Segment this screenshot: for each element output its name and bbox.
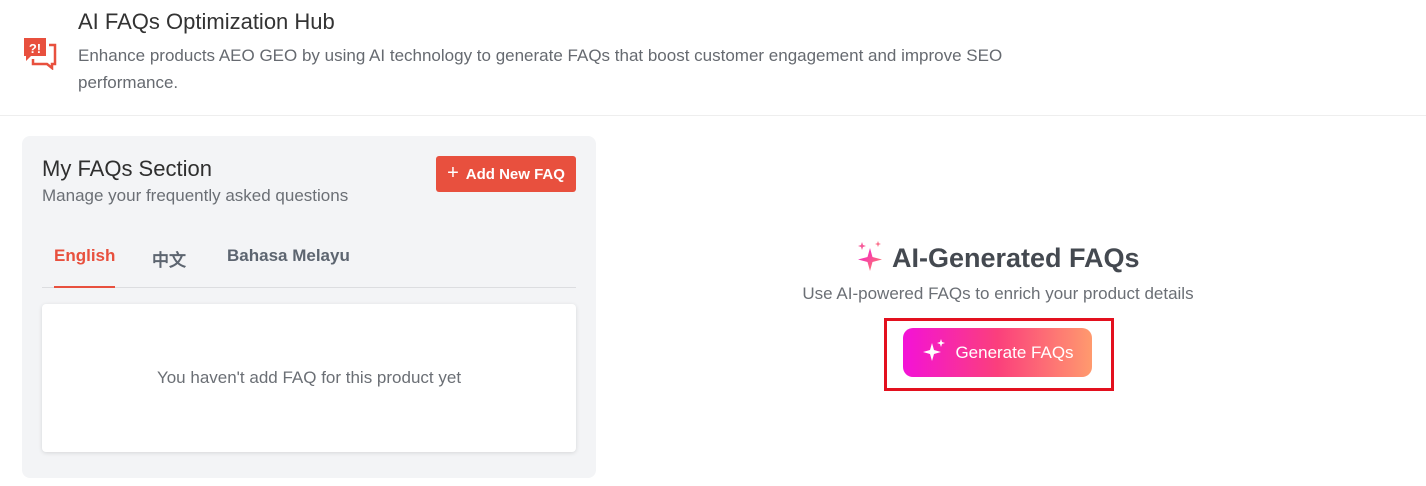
add-new-faq-label: Add New FAQ [465,165,565,183]
page-description: Enhance products AEO GEO by using AI tec… [78,46,1003,92]
ai-section-title: AI-Generated FAQs [892,243,1140,273]
ai-generated-faqs-heading: AI-Generated FAQs [856,240,1140,277]
faq-section-title: My FAQs Section [42,156,212,181]
tab-english[interactable]: English [54,246,116,288]
plus-icon: + [447,162,459,184]
tab-chinese[interactable]: 中文 [152,246,186,288]
faq-chat-icon: ?! [22,36,58,71]
tab-bahasa-melayu[interactable]: Bahasa Melayu [227,246,350,288]
generate-faqs-label: Generate FAQs [955,342,1074,362]
sparkle-icon [921,337,947,368]
faq-section-subtitle: Manage your frequently asked questions [42,186,349,205]
empty-state-message: You haven't add FAQ for this product yet [156,368,462,387]
language-tabs: English 中文 Bahasa Melayu [42,232,576,288]
page-title: AI FAQs Optimization Hub [78,9,335,34]
ai-section-subtitle: Use AI-powered FAQs to enrich your produ… [802,284,1194,303]
faq-list-empty-state: You haven't add FAQ for this product yet [42,304,576,452]
my-faqs-panel: My FAQs Section Manage your frequently a… [22,136,596,478]
hub-header: ?! AI FAQs Optimization Hub Enhance prod… [0,0,1426,116]
generate-faqs-button[interactable]: Generate FAQs [903,328,1092,377]
svg-text:?!: ?! [29,41,41,56]
sparkle-icon [856,240,884,277]
add-new-faq-button[interactable]: + Add New FAQ [436,156,576,192]
